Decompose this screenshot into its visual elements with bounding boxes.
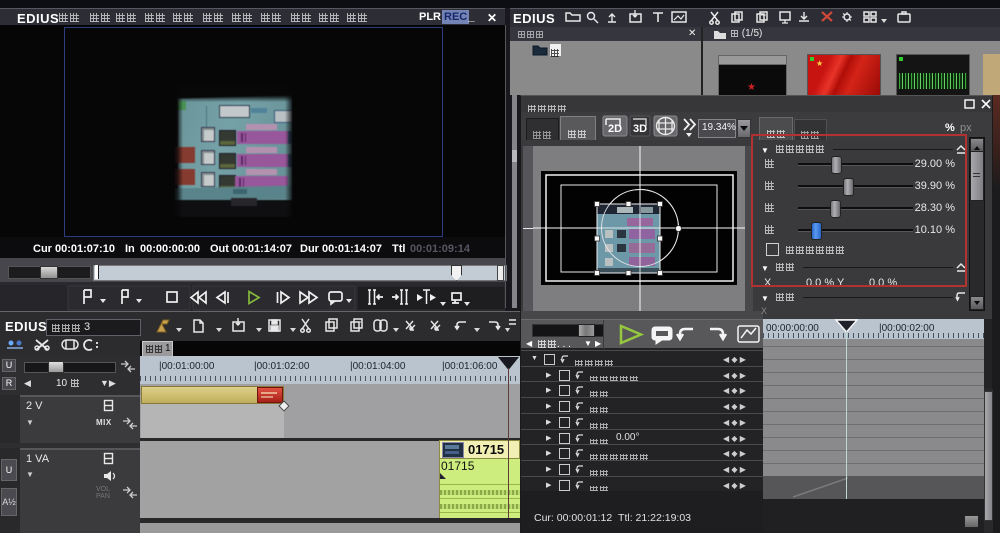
svg-text:3D: 3D [633, 123, 647, 135]
svg-text:2D: 2D [608, 123, 622, 135]
